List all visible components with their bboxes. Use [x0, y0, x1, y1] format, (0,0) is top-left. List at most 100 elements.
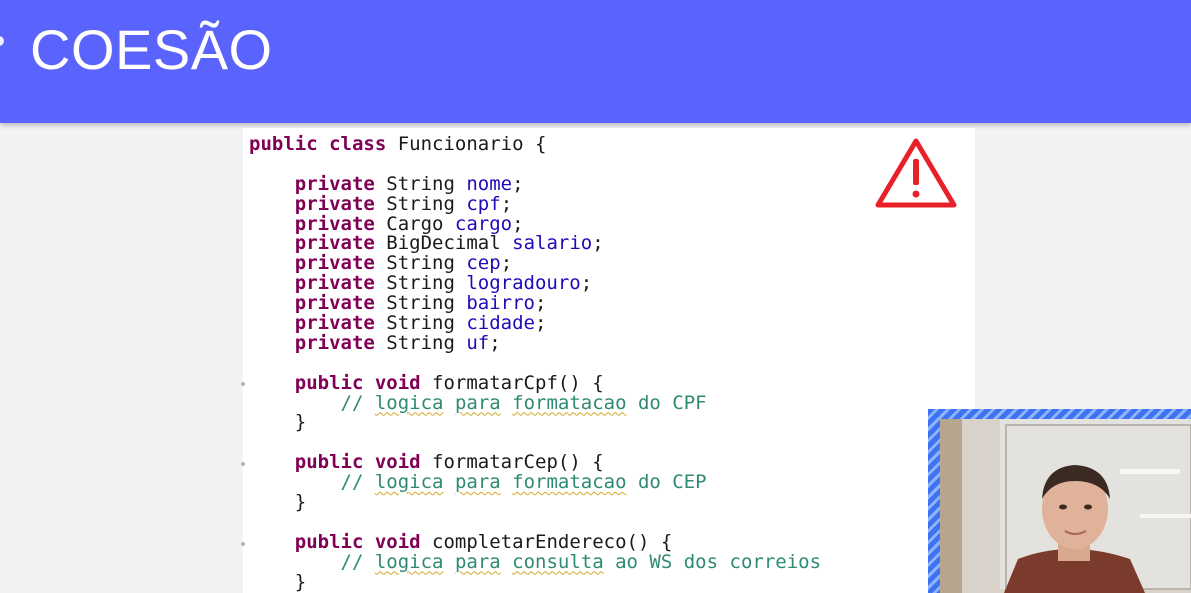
code-token: completarEndereco() {: [420, 530, 673, 553]
code-line: // logica para consulta ao WS dos correi…: [249, 550, 822, 573]
code-token: cep: [466, 252, 501, 275]
webcam-overlay: [928, 409, 1191, 593]
warning-triangle-icon: [875, 138, 957, 208]
code-token: private: [294, 212, 375, 235]
code-token: cidade: [466, 312, 535, 335]
code-token: //: [340, 471, 375, 494]
code-token: ;: [500, 192, 513, 215]
code-token: para: [454, 391, 501, 414]
code-token: logica: [374, 471, 444, 494]
header-marker: [0, 36, 4, 46]
code-token: String: [374, 331, 467, 354]
code-token: ;: [535, 292, 547, 315]
code-token: public void: [294, 530, 421, 553]
code-token: String: [374, 192, 467, 215]
code-token: formatarCep() {: [420, 451, 604, 474]
code-token: ;: [512, 212, 524, 235]
code-token: formatacao: [512, 391, 627, 414]
code-token: String: [374, 292, 467, 315]
code-token: Funcionario {: [386, 133, 547, 155]
code-token: private: [294, 292, 375, 315]
code-token: public class: [249, 133, 387, 155]
fold-marker: [241, 542, 245, 546]
code-token: String: [374, 272, 467, 295]
code-line: }: [249, 570, 821, 593]
code-line: }: [249, 491, 821, 514]
code-token: public void: [294, 371, 421, 394]
code-token: private: [294, 252, 375, 275]
presenter-image: [940, 419, 1191, 593]
code-token: //: [340, 391, 375, 414]
code-token: private: [294, 272, 375, 295]
code-token: //: [340, 550, 375, 573]
code-token: ;: [535, 312, 547, 335]
code-token: private: [294, 331, 375, 354]
code-token: String: [374, 252, 467, 275]
code-token: }: [249, 491, 307, 514]
code-token: salario: [512, 232, 593, 255]
slide-title: COESÃO: [30, 18, 273, 81]
code-token: formatarCpf() {: [420, 371, 604, 394]
code-token: ;: [489, 331, 501, 354]
code-line: public class Funcionario {: [249, 133, 821, 155]
code-token: nome: [466, 172, 513, 195]
code-token: String: [374, 172, 467, 195]
code-token: para: [454, 550, 501, 573]
code-token: logradouro: [466, 272, 581, 295]
code-token: cpf: [466, 192, 501, 215]
presenter-video: [940, 419, 1191, 593]
code-snippet-panel: public class Funcionario { private Strin…: [243, 128, 975, 593]
code-token: private: [294, 232, 375, 255]
fold-marker: [241, 382, 245, 386]
code-line: // logica para formatacao do CPF: [249, 391, 821, 414]
code-token: private: [294, 172, 375, 195]
code-line: // logica para formatacao do CEP: [249, 471, 821, 494]
code-token: ;: [592, 232, 604, 255]
code-token: do CEP: [626, 471, 707, 494]
code-token: uf: [466, 331, 490, 354]
code-token: ;: [500, 252, 513, 275]
code-token: ;: [580, 272, 593, 295]
code-token: bairro: [466, 292, 535, 315]
code-token: logica: [374, 391, 444, 414]
code-token: do CPF: [626, 391, 707, 414]
code-token: para: [454, 471, 501, 494]
code-token: logica: [374, 550, 444, 573]
code-token: String: [374, 312, 467, 335]
code-token: }: [249, 570, 307, 593]
code-token: BigDecimal: [374, 232, 513, 255]
code-token: ;: [512, 172, 524, 195]
code-token: cargo: [454, 212, 513, 235]
code-token: private: [294, 192, 375, 215]
fold-marker: [241, 462, 245, 466]
slide-header: COESÃO: [0, 0, 1191, 123]
code-token: formatacao: [512, 471, 627, 494]
code-line: }: [249, 413, 821, 433]
code-token: public void: [294, 451, 421, 474]
code-line: private String uf;: [249, 331, 821, 354]
code-token: Cargo: [374, 212, 455, 235]
code-token: }: [249, 411, 307, 434]
code-token: consulta: [512, 550, 604, 573]
code-block: public class Funcionario { private Strin…: [249, 133, 822, 593]
code-token: ao WS dos correios: [603, 550, 822, 573]
code-token: private: [294, 312, 375, 335]
